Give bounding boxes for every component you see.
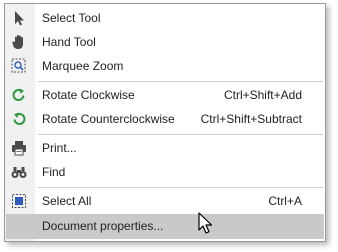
menu-separator — [38, 81, 323, 82]
context-menu: Select Tool Hand Tool Marquee Zoom Rotat… — [4, 3, 326, 242]
rotate-clockwise-icon — [10, 86, 28, 104]
menu-item-label: Marquee Zoom — [42, 59, 124, 73]
menu-item-document-properties[interactable]: Document properties... — [6, 214, 324, 239]
menu-item-select-all[interactable]: Select All Ctrl+A — [6, 189, 324, 213]
menu-item-shortcut: Ctrl+Shift+Subtract — [200, 112, 302, 126]
printer-icon — [10, 139, 28, 157]
pointer-arrow-icon — [10, 9, 28, 27]
rotate-counterclockwise-icon — [10, 110, 28, 128]
menu-item-marquee-zoom[interactable]: Marquee Zoom — [6, 54, 324, 78]
mouse-pointer-icon — [198, 212, 213, 234]
menu-item-rotate-counterclockwise[interactable]: Rotate Counterclockwise Ctrl+Shift+Subtr… — [6, 107, 324, 131]
menu-item-shortcut: Ctrl+Shift+Add — [223, 88, 302, 102]
menu-separator — [38, 134, 323, 135]
menu-item-label: Rotate Clockwise — [42, 88, 135, 102]
hand-icon — [10, 33, 28, 51]
menu-item-label: Select All — [42, 194, 92, 208]
menu-item-label: Select Tool — [42, 11, 101, 25]
menu-item-hand-tool[interactable]: Hand Tool — [6, 30, 324, 54]
menu-item-label: Hand Tool — [42, 35, 96, 49]
menu-item-label: Find — [42, 165, 66, 179]
menu-item-rotate-clockwise[interactable]: Rotate Clockwise Ctrl+Shift+Add — [6, 83, 324, 107]
menu-item-label: Print... — [42, 141, 77, 155]
menu-separator — [38, 187, 323, 188]
menu-item-print[interactable]: Print... — [6, 136, 324, 160]
menu-item-label: Rotate Counterclockwise — [42, 112, 175, 126]
select-all-icon — [10, 192, 28, 210]
menu-item-find[interactable]: Find — [6, 160, 324, 184]
menu-item-select-tool[interactable]: Select Tool — [6, 6, 324, 30]
menu-item-shortcut: Ctrl+A — [268, 194, 302, 208]
menu-item-label: Document properties... — [42, 219, 164, 233]
binoculars-icon — [10, 163, 28, 181]
marquee-zoom-icon — [10, 57, 28, 75]
